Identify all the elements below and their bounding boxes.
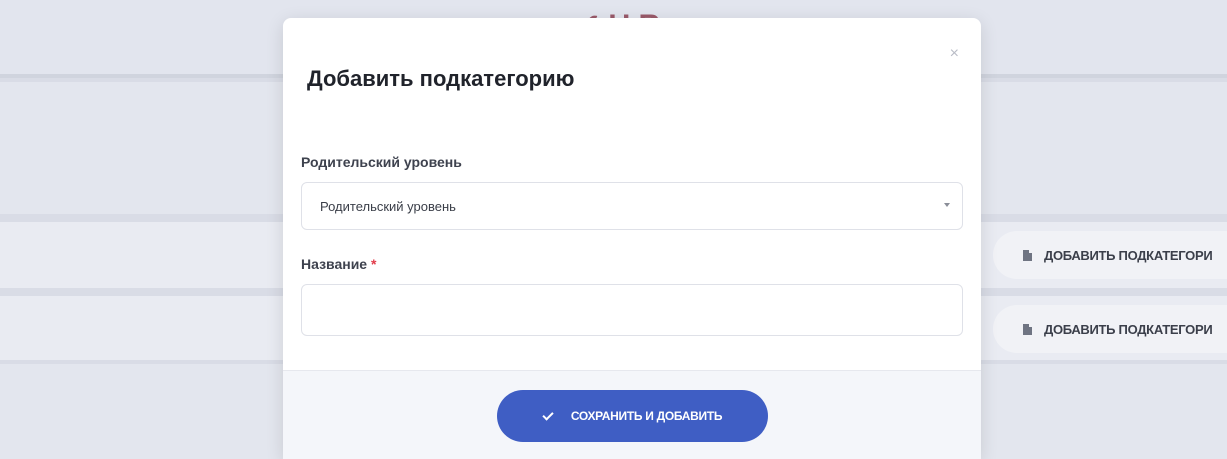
modal-title: Добавить подкатегорию: [307, 66, 575, 91]
add-subcategory-button[interactable]: ДОБАВИТЬ ПОДКАТЕГОРИ: [993, 305, 1227, 353]
document-icon: [1023, 323, 1032, 335]
chevron-down-icon: [944, 203, 950, 207]
name-input[interactable]: [301, 284, 963, 336]
required-mark: *: [370, 256, 377, 272]
add-subcategory-button[interactable]: ДОБАВИТЬ ПОДКАТЕГОРИ: [993, 231, 1227, 279]
save-and-add-button[interactable]: СОХРАНИТЬ И ДОБАВИТЬ: [497, 390, 768, 442]
parent-level-value: Родительский уровень: [320, 198, 456, 214]
close-icon[interactable]: ×: [950, 46, 959, 62]
check-icon: [542, 408, 554, 421]
add-subcategory-label: ДОБАВИТЬ ПОДКАТЕГОРИ: [1044, 321, 1213, 337]
save-and-add-label: СОХРАНИТЬ И ДОБАВИТЬ: [570, 409, 723, 423]
modal-footer: СОХРАНИТЬ И ДОБАВИТЬ: [283, 370, 981, 459]
add-subcategory-label: ДОБАВИТЬ ПОДКАТЕГОРИ: [1044, 247, 1213, 263]
parent-level-select[interactable]: Родительский уровень: [301, 182, 963, 230]
parent-level-label: Родительский уровень: [301, 154, 462, 170]
name-label-text: Название: [301, 256, 368, 272]
document-icon: [1023, 249, 1032, 261]
add-subcategory-modal: × Добавить подкатегорию Родительский уро…: [283, 18, 981, 459]
name-label: Название *: [301, 256, 376, 272]
